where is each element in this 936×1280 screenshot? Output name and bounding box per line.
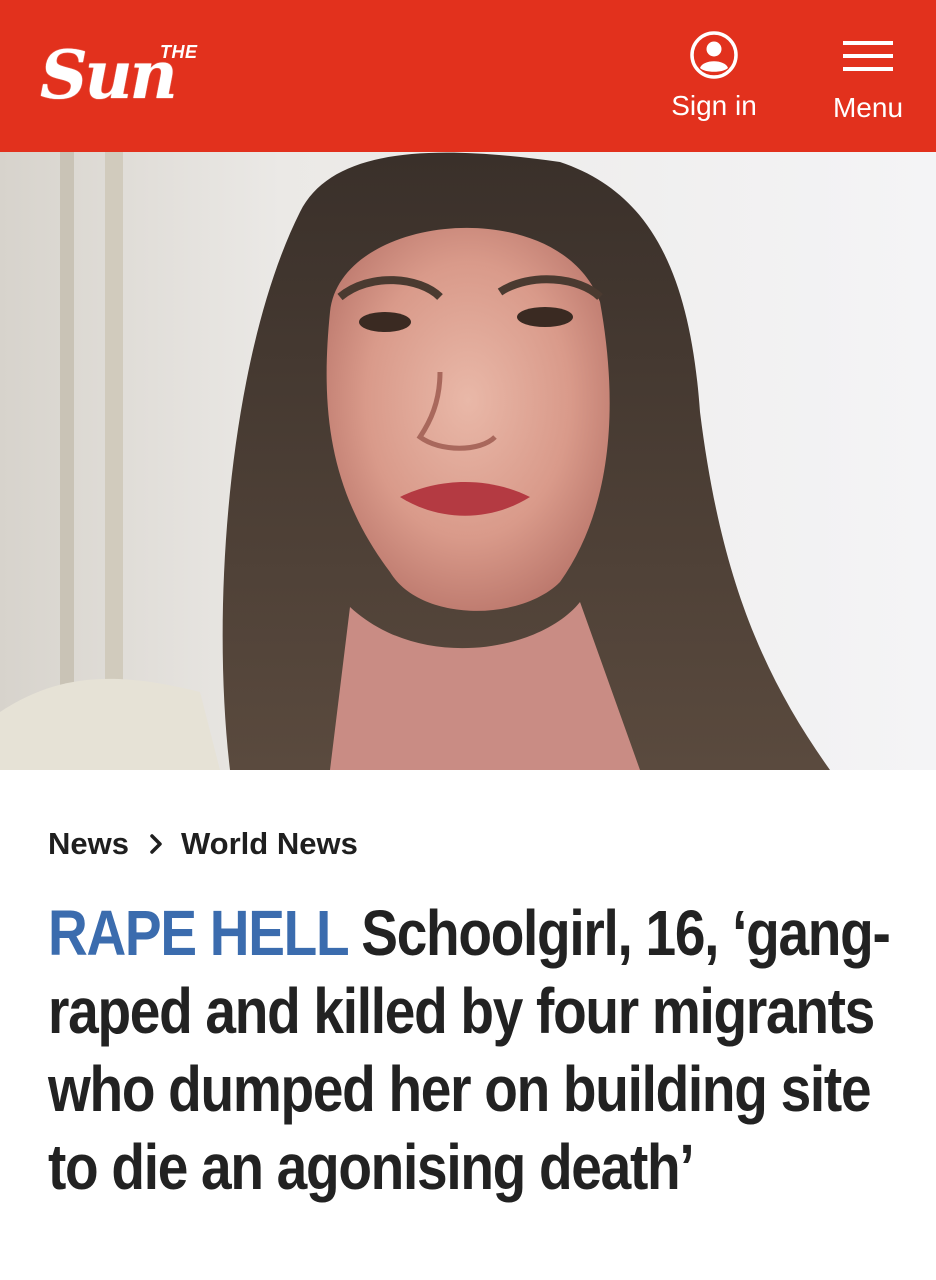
article-content: News World News RAPE HELL Schoolgirl, 16… (0, 770, 936, 1206)
hero-image (0, 152, 936, 770)
breadcrumb: News World News (48, 824, 888, 864)
chevron-right-icon (149, 833, 163, 855)
menu-label: Menu (832, 92, 904, 123)
user-icon (690, 31, 738, 79)
breadcrumb-news-link[interactable]: News (48, 826, 129, 862)
article-headline: RAPE HELL Schoolgirl, 16, ‘gang-raped an… (48, 894, 899, 1206)
sign-in-button[interactable]: Sign in (668, 30, 760, 122)
sign-in-label: Sign in (671, 90, 757, 121)
menu-button[interactable]: Menu (826, 40, 910, 124)
headline-kicker: RAPE HELL (48, 897, 349, 969)
hamburger-icon (843, 41, 893, 71)
hero-photo (0, 152, 936, 770)
site-header: THE Sun Sign in Menu (0, 0, 936, 152)
breadcrumb-world-news-link[interactable]: World News (181, 826, 358, 862)
the-sun-logo[interactable]: THE Sun (40, 38, 260, 120)
logo-main-text: Sun (40, 36, 178, 114)
